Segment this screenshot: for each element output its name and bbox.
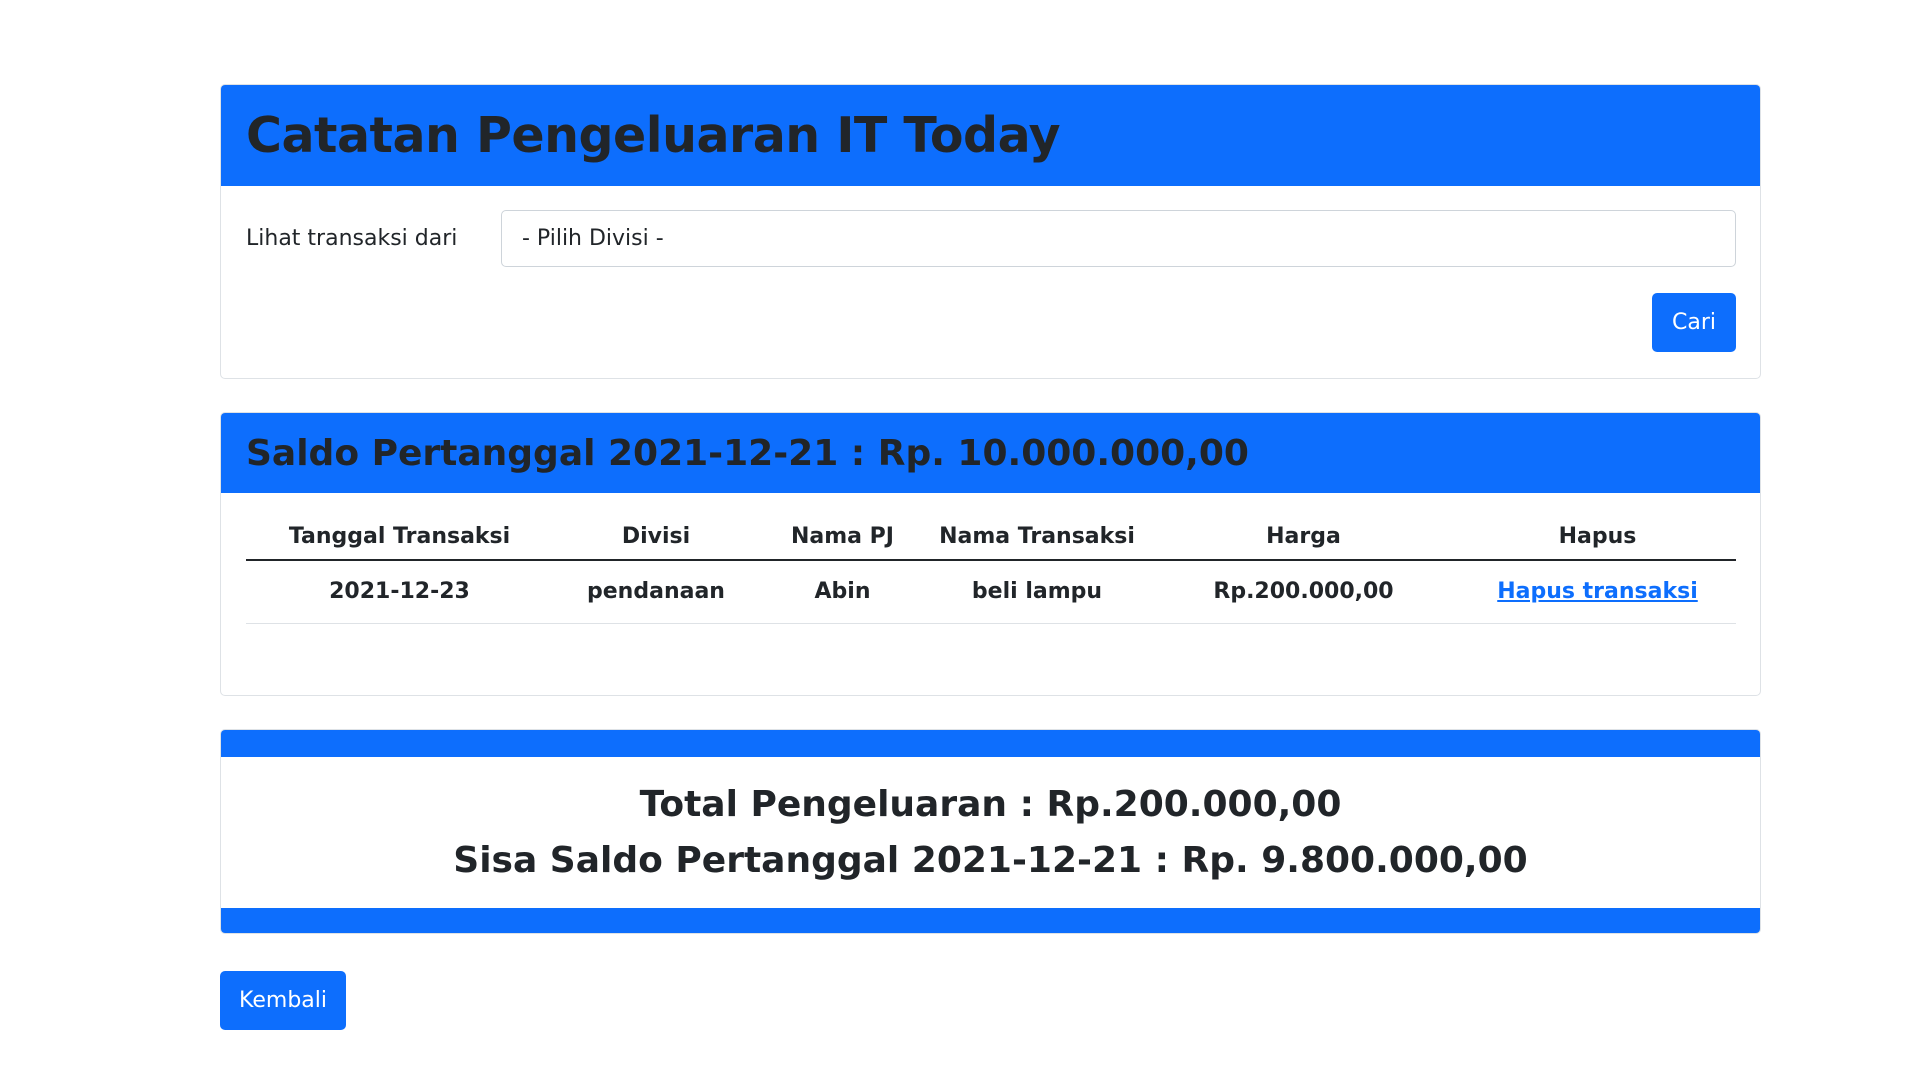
table-header-row: Tanggal Transaksi Divisi Nama PJ Nama Tr…	[246, 514, 1736, 561]
filter-label: Lihat transaksi dari	[246, 226, 458, 251]
page-title: Catatan Pengeluaran IT Today	[221, 85, 1760, 186]
column-header-division: Divisi	[553, 514, 759, 561]
cell-pj: Abin	[759, 560, 926, 624]
column-header-date: Tanggal Transaksi	[246, 514, 553, 561]
division-select-value: - Pilih Divisi -	[522, 226, 664, 251]
filter-card: Catatan Pengeluaran IT Today Lihat trans…	[220, 84, 1761, 379]
division-select[interactable]: - Pilih Divisi -	[501, 210, 1736, 267]
search-button-row: Cari	[246, 293, 1736, 352]
cell-delete: Hapus transaksi	[1459, 560, 1736, 624]
main-container: Catatan Pengeluaran IT Today Lihat trans…	[220, 84, 1761, 934]
back-button[interactable]: Kembali	[220, 971, 346, 1030]
column-header-pj: Nama PJ	[759, 514, 926, 561]
table-wrapper: Tanggal Transaksi Divisi Nama PJ Nama Tr…	[221, 514, 1760, 624]
transactions-table: Tanggal Transaksi Divisi Nama PJ Nama Tr…	[246, 514, 1736, 624]
column-header-price: Harga	[1148, 514, 1459, 561]
summary-top-bar	[221, 730, 1760, 757]
transactions-card: Saldo Pertanggal 2021-12-21 : Rp. 10.000…	[220, 412, 1761, 696]
summary-card: Total Pengeluaran : Rp.200.000,00 Sisa S…	[220, 729, 1761, 934]
cell-division: pendanaan	[553, 560, 759, 624]
summary-body: Total Pengeluaran : Rp.200.000,00 Sisa S…	[221, 757, 1760, 908]
total-expense: Total Pengeluaran : Rp.200.000,00	[639, 783, 1342, 825]
filter-row: Lihat transaksi dari - Pilih Divisi -	[246, 210, 1736, 267]
remaining-balance: Sisa Saldo Pertanggal 2021-12-21 : Rp. 9…	[453, 839, 1528, 881]
column-header-transaction: Nama Transaksi	[926, 514, 1148, 561]
table-row: 2021-12-23 pendanaan Abin beli lampu Rp.…	[246, 560, 1736, 624]
column-header-delete: Hapus	[1459, 514, 1736, 561]
balance-title: Saldo Pertanggal 2021-12-21 : Rp. 10.000…	[221, 413, 1760, 493]
search-button[interactable]: Cari	[1652, 293, 1736, 352]
summary-bottom-bar	[221, 908, 1760, 933]
cell-price: Rp.200.000,00	[1148, 560, 1459, 624]
delete-transaction-link[interactable]: Hapus transaksi	[1497, 579, 1698, 604]
cell-date: 2021-12-23	[246, 560, 553, 624]
cell-transaction: beli lampu	[926, 560, 1148, 624]
